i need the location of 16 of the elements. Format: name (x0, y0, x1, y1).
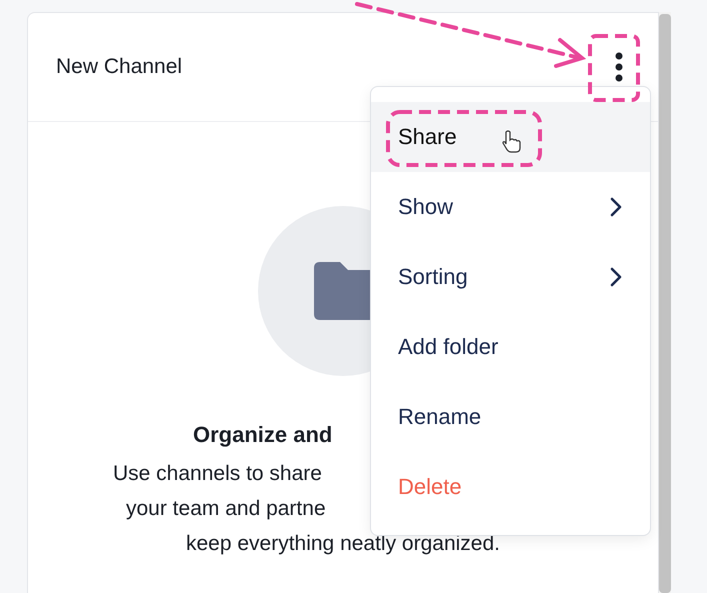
chevron-right-icon (610, 197, 622, 217)
menu-item[interactable]: Share (371, 102, 650, 172)
menu-item[interactable]: Add folder (371, 312, 650, 382)
menu-item[interactable]: Show (371, 172, 650, 242)
chevron-right-icon (610, 267, 622, 287)
description-text: Use channels to share (113, 461, 322, 487)
menu-item[interactable]: Rename (371, 382, 650, 452)
scrollbar-thumb[interactable] (659, 14, 671, 593)
highlight-frame (588, 34, 640, 102)
hand-cursor-icon (502, 130, 521, 153)
channel-title: New Channel (56, 55, 182, 79)
empty-heading: Organize and (192, 421, 334, 449)
description-text: your team and partne (126, 496, 326, 522)
description-text: keep everything neatly organized. (184, 531, 502, 557)
menu-item[interactable]: Sorting (371, 242, 650, 312)
more-vertical-icon (615, 52, 623, 82)
